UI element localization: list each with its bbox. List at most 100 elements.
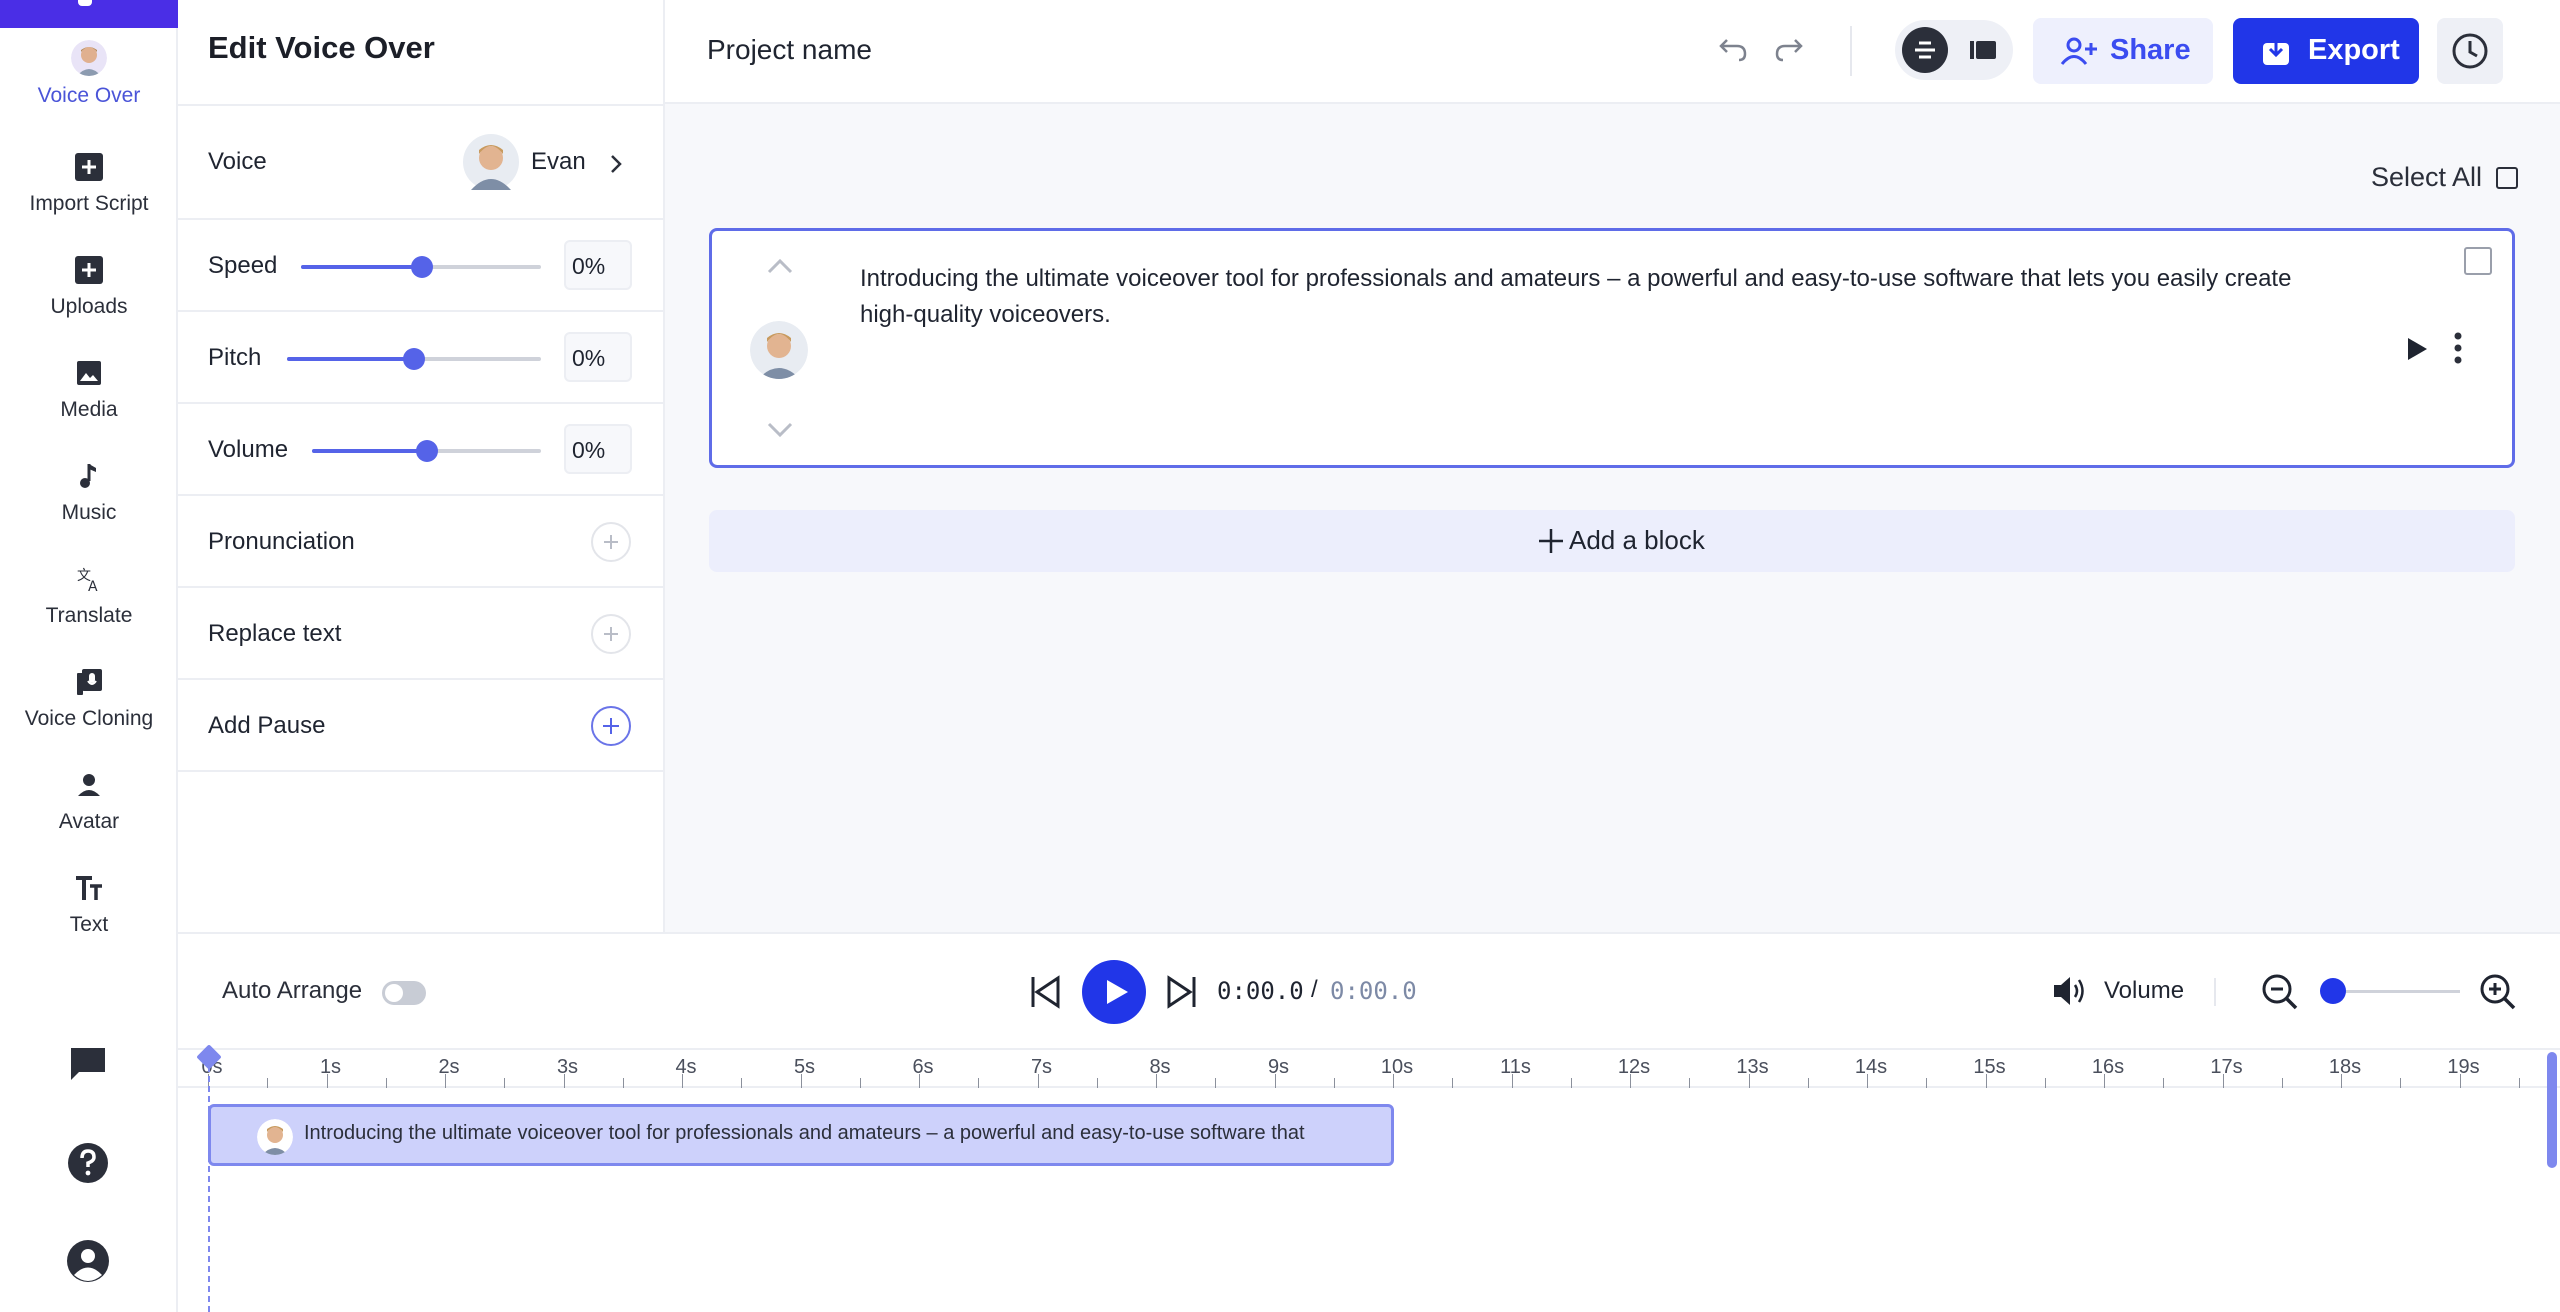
ruler-tick-major: [2222, 1074, 2224, 1088]
top-header: Project name Share Export: [665, 0, 2560, 104]
zoom-slider[interactable]: [2330, 990, 2460, 993]
skip-forward-icon[interactable]: [1165, 974, 1199, 1010]
ruler-tick-minor: [385, 1078, 387, 1088]
brand-mark: [78, 0, 92, 6]
nav-item-text[interactable]: Text: [0, 871, 178, 937]
timeline-clip[interactable]: Introducing the ultimate voiceover tool …: [208, 1104, 1394, 1166]
volume-icon[interactable]: [2050, 972, 2088, 1010]
view-toggle[interactable]: [1895, 20, 2013, 80]
nav-label: Music: [61, 501, 117, 524]
volume-fill: [312, 449, 427, 453]
ruler-tick-major: [1393, 1074, 1394, 1088]
play-icon: [1107, 980, 1128, 1004]
play-icon[interactable]: [2404, 335, 2430, 363]
chevron-up-icon[interactable]: [766, 257, 794, 277]
nav-item-voice-cloning[interactable]: Voice Cloning: [0, 665, 178, 731]
select-all-checkbox[interactable]: [2496, 167, 2518, 189]
speed-value-field[interactable]: 0%: [564, 240, 632, 290]
ruler-tick-major: [563, 1074, 565, 1088]
script-view-option[interactable]: [1902, 27, 1948, 73]
block-text-editor[interactable]: Introducing the ultimate voiceover tool …: [860, 261, 2330, 333]
ruler-tick-minor: [504, 1078, 506, 1088]
add-user-icon: [2060, 37, 2097, 65]
clip-avatar: [257, 1119, 293, 1155]
plus-icon: [603, 718, 619, 734]
nav-item-avatar[interactable]: Avatar: [0, 768, 178, 834]
nav-item-import-script[interactable]: Import Script: [0, 150, 178, 216]
volume-value-field[interactable]: 0%: [564, 424, 632, 474]
ruler-tick-label: 15s: [1973, 1056, 2006, 1078]
add-replace-text-button[interactable]: [591, 614, 631, 654]
voice-cloning-icon: [77, 669, 102, 695]
ruler-tick-label: 14s: [1854, 1056, 1888, 1078]
brand-bar: [0, 0, 178, 28]
pitch-knob[interactable]: [403, 348, 425, 370]
ruler-tick-label: 13s: [1736, 1056, 1769, 1078]
skip-back-icon[interactable]: [1028, 974, 1062, 1010]
chevron-down-icon[interactable]: [766, 419, 794, 439]
chevron-right-icon: [611, 155, 622, 173]
add-pronunciation-button[interactable]: [591, 522, 631, 562]
undo-icon[interactable]: [1715, 36, 1751, 66]
help-icon[interactable]: [65, 1140, 111, 1186]
speed-slider[interactable]: [301, 256, 541, 278]
ruler-tick-label: 3s: [556, 1056, 579, 1078]
speed-label: Speed: [208, 252, 278, 279]
timeline-scrollbar[interactable]: [2547, 1052, 2557, 1168]
zoom-out-icon[interactable]: [2260, 972, 2300, 1012]
select-all-control[interactable]: Select All: [2371, 162, 2518, 193]
ruler-tick-label: 6s: [912, 1056, 934, 1078]
ruler-tick-major: [2341, 1074, 2342, 1088]
ruler-tick-label: 10s: [1380, 1056, 1414, 1078]
clock-icon: [2452, 33, 2488, 69]
zoom-in-icon[interactable]: [2478, 972, 2518, 1012]
nav-item-voice-over[interactable]: Voice Over: [0, 40, 178, 108]
add-block-button[interactable]: Add a block: [709, 510, 2515, 572]
account-icon[interactable]: [65, 1238, 111, 1284]
nav-label: Import Script: [29, 192, 149, 215]
block-checkbox[interactable]: [2464, 247, 2492, 275]
header-divider: [1850, 26, 1852, 76]
nav-label: Media: [60, 398, 118, 421]
share-button[interactable]: Share: [2033, 18, 2213, 84]
history-button[interactable]: [2437, 18, 2503, 84]
play-button[interactable]: [1082, 960, 1146, 1024]
nav-item-translate[interactable]: 文A Translate: [0, 562, 178, 628]
script-lines-icon: [1915, 41, 1935, 59]
pitch-value-field[interactable]: 0%: [564, 332, 632, 382]
zoom-slider-knob[interactable]: [2320, 978, 2346, 1004]
nav-item-uploads[interactable]: Uploads: [0, 253, 178, 319]
ruler-tick-major: [1630, 1074, 1631, 1088]
translate-icon: 文A: [77, 568, 98, 595]
auto-arrange-toggle[interactable]: [382, 981, 426, 1005]
project-name-field[interactable]: Project name: [707, 34, 872, 66]
redo-icon[interactable]: [1771, 36, 1807, 66]
add-pause-row: Add Pause: [178, 678, 663, 772]
ruler-tick-label: 19s: [2447, 1056, 2480, 1078]
svg-text:A: A: [88, 579, 98, 595]
timeline: 0s 1s 2s 3s 4s 5s 6s 7s 8s 9s 10s 11s 12s 13s 14s 15s 16…: [178, 1044, 2560, 1312]
chat-icon[interactable]: [65, 1040, 111, 1086]
export-button[interactable]: Export: [2233, 18, 2419, 84]
speed-knob[interactable]: [411, 256, 433, 278]
ruler-tick-label: 16s: [2091, 1056, 2125, 1078]
ruler-tick-minor: [2044, 1078, 2046, 1088]
volume-knob[interactable]: [416, 440, 438, 462]
pitch-slider[interactable]: [287, 348, 541, 370]
block-voice-avatar[interactable]: [750, 321, 808, 379]
add-pause-button[interactable]: [591, 706, 631, 746]
ruler-tick-minor: [2163, 1078, 2165, 1088]
player-bar: Auto Arrange 0:00.0 / 0:00.0 Volume: [178, 932, 2560, 1048]
auto-arrange-label: Auto Arrange: [222, 977, 363, 1004]
storyboard-view-icon[interactable]: [1969, 39, 1997, 61]
volume-label: Volume: [208, 436, 289, 463]
volume-slider[interactable]: [312, 440, 541, 462]
voice-block[interactable]: Introducing the ultimate voiceover tool …: [709, 228, 2515, 468]
nav-item-media[interactable]: Media: [0, 356, 178, 422]
ruler-tick-minor: [1807, 1078, 1809, 1088]
more-vertical-icon[interactable]: [2452, 331, 2464, 365]
time-ruler[interactable]: 0s 1s 2s 3s 4s 5s 6s 7s 8s 9s 10s 11s 12s 13s 14s 15s 16…: [178, 1048, 2560, 1088]
music-note-icon: [80, 464, 96, 488]
nav-item-music[interactable]: Music: [0, 459, 178, 525]
voice-row[interactable]: Voice Evan: [178, 104, 663, 218]
